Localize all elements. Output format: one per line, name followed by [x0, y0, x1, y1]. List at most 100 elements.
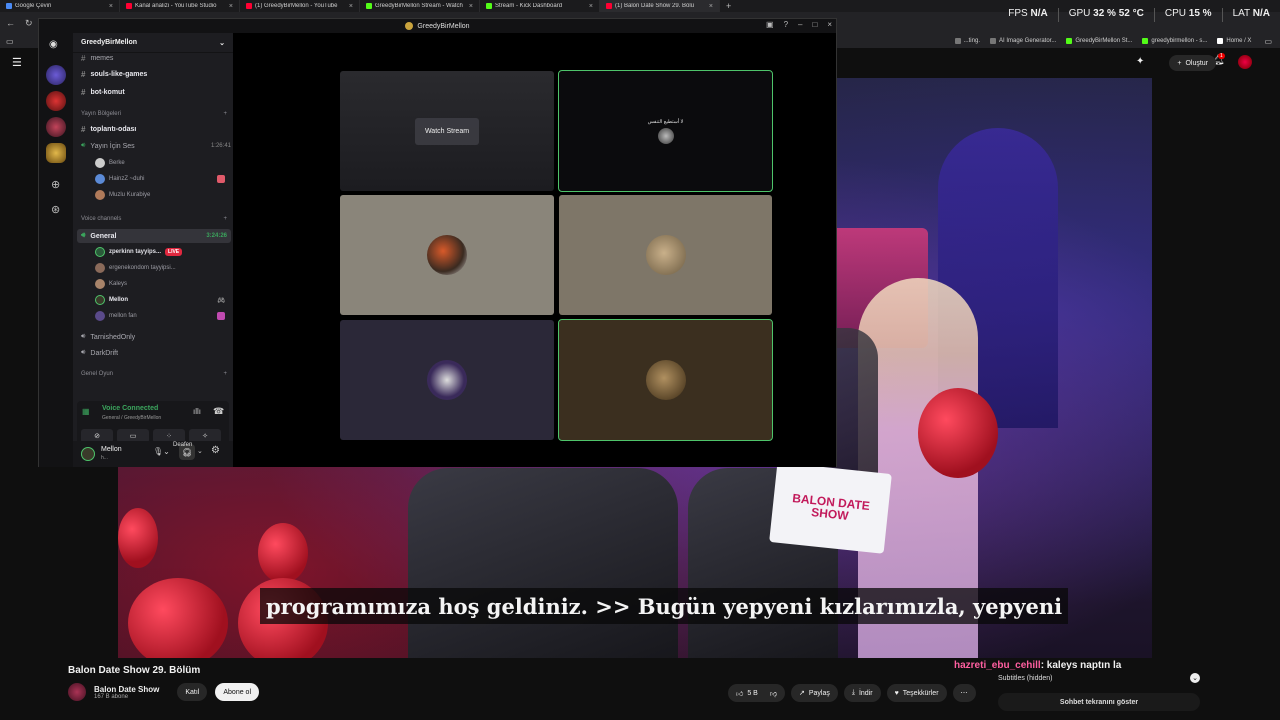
stream-tile[interactable]: Watch Stream: [340, 71, 554, 191]
account-avatar[interactable]: [1238, 55, 1252, 69]
channel-timer: 1:26:41: [210, 143, 231, 149]
disconnect-icon[interactable]: ☎: [213, 406, 224, 417]
watch-stream-button[interactable]: Watch Stream: [414, 117, 480, 145]
participant-avatar: [427, 360, 467, 400]
video-title: Balon Date Show 29. Bölüm: [68, 665, 201, 676]
text-channel[interactable]: # souls-like-games: [81, 70, 231, 79]
voice-channel[interactable]: 🔊︎ DarkDrift: [81, 349, 231, 357]
back-icon[interactable]: ←: [6, 18, 15, 28]
voice-user[interactable]: ergenekondom tayyipsi...: [95, 263, 225, 273]
more-actions-button[interactable]: ⋯: [952, 684, 976, 702]
voice-user[interactable]: Muzlu Kurabiye: [95, 190, 225, 200]
server-icon[interactable]: [46, 65, 66, 85]
inbox-icon[interactable]: ▣: [766, 20, 774, 29]
browser-tab[interactable]: Stream - Kick Dashboard ×: [480, 0, 600, 12]
discord-home-icon[interactable]: ◉: [49, 39, 58, 50]
balloon: [118, 508, 158, 568]
category-yayin[interactable]: Yayın Bölgeleri +: [81, 111, 227, 117]
share-button[interactable]: ↗ Paylaş: [790, 684, 838, 702]
tab-title: GreedyBirMellon Stream - Watch: [375, 3, 463, 9]
voice-channel[interactable]: 🔊︎ Yayın İçin Ses 1:26:41: [81, 142, 231, 150]
bookmark-favicon: [954, 38, 961, 44]
voice-user[interactable]: Kaleys: [95, 279, 225, 289]
subtitles-label: Subtitles (hidden): [998, 674, 1053, 682]
settings-gear-icon[interactable]: ⚙︎: [211, 445, 220, 456]
browser-tab-active[interactable]: (1) Balon Date Show 29. Bölü ×: [600, 0, 720, 12]
category-oyun[interactable]: Genel Oyun +: [81, 371, 227, 377]
close-icon[interactable]: ×: [709, 3, 713, 10]
join-button[interactable]: Katıl: [177, 683, 208, 701]
minimize-icon[interactable]: –: [798, 20, 802, 29]
user-avatar[interactable]: [81, 447, 95, 461]
add-server-icon[interactable]: ⊕: [51, 178, 60, 191]
close-icon[interactable]: ×: [469, 3, 473, 10]
voice-user[interactable]: mellon fan: [95, 311, 225, 321]
bookmark-favicon: [1066, 38, 1073, 44]
bookmark[interactable]: AI Image Generator...: [985, 38, 1061, 44]
bookmarks-icon[interactable]: ▭: [0, 37, 20, 46]
server-icon[interactable]: [46, 91, 66, 111]
voice-user[interactable]: zperkinn tayyips... LIVE: [95, 247, 225, 257]
close-icon[interactable]: ×: [827, 20, 832, 29]
voice-channel-active[interactable]: 🔊︎ General 3:24:26: [77, 229, 231, 243]
notification-count: 1: [1218, 53, 1225, 59]
server-icon-active[interactable]: [46, 143, 66, 163]
channel-avatar[interactable]: [68, 683, 86, 701]
participant-tile[interactable]: [558, 319, 773, 441]
participant-tile[interactable]: لا أستطيع التنفس: [558, 70, 773, 192]
new-tab-icon[interactable]: +: [720, 1, 737, 11]
server-icon[interactable]: [46, 117, 66, 137]
browser-tab[interactable]: Google Çeviri ×: [0, 0, 120, 12]
dislike-icon[interactable]: 👎︎: [770, 689, 777, 698]
close-icon[interactable]: ×: [109, 3, 113, 10]
bookmark-favicon: [1142, 38, 1149, 44]
channel-name[interactable]: Balon Date Show: [94, 685, 159, 694]
voice-user[interactable]: Mellon 🎮︎: [95, 295, 225, 305]
voice-connected-location[interactable]: General / GreedyBirMellon: [102, 415, 161, 421]
like-button[interactable]: 👍︎ 5 B 👎︎: [728, 684, 785, 702]
participant-tile[interactable]: [340, 320, 554, 440]
create-button[interactable]: + Oluştur: [1169, 55, 1216, 71]
download-button[interactable]: ⤓ İndir: [843, 684, 881, 702]
bookmark[interactable]: Home / X: [1212, 38, 1256, 44]
bookmark[interactable]: ...ting.: [950, 38, 985, 44]
discover-icon[interactable]: ⊛: [51, 203, 60, 216]
browser-tab[interactable]: (1) GreedyBirMellon - YouTube ×: [240, 0, 360, 12]
chevron-down-icon[interactable]: ⌄: [197, 447, 203, 455]
subscribe-button[interactable]: Abone ol: [215, 683, 259, 701]
voice-user[interactable]: HainzZ ~duhi: [95, 174, 225, 184]
close-icon[interactable]: ×: [589, 3, 593, 10]
server-header[interactable]: GreedyBirMellon ⌄: [73, 33, 233, 53]
show-chat-button[interactable]: Sohbet tekranını göster: [998, 693, 1200, 711]
reload-icon[interactable]: ↻: [25, 18, 33, 29]
participant-avatar: [645, 360, 686, 400]
channel-info: Balon Date Show 167 B abone: [94, 685, 159, 700]
text-channel[interactable]: # toplantı-odası: [81, 125, 231, 134]
maximize-icon[interactable]: □: [812, 20, 817, 29]
text-channel[interactable]: # bot-komut: [81, 88, 231, 97]
browser-tab[interactable]: GreedyBirMellon Stream - Watch ×: [360, 0, 480, 12]
chevron-down-icon[interactable]: ⌄: [1190, 673, 1200, 683]
noise-suppression-icon[interactable]: ıllı: [193, 407, 201, 416]
voice-user[interactable]: Berke: [95, 158, 225, 168]
bookmark[interactable]: GreedyBirMellon St...: [1061, 38, 1137, 44]
participant-tile[interactable]: [559, 195, 772, 315]
chat-text: : kaleys naptın la: [1040, 660, 1122, 671]
close-icon[interactable]: ×: [229, 3, 233, 10]
bookmark[interactable]: greedybirmellon - s...: [1137, 38, 1212, 44]
thanks-button[interactable]: ♥ Teşekkürler: [886, 684, 947, 702]
browser-tab[interactable]: Kanal analizi - YouTube Studio ×: [120, 0, 240, 12]
cast-icon[interactable]: ✦: [1136, 56, 1144, 67]
fps-readout: FPS N/A: [1008, 8, 1048, 19]
help-icon[interactable]: ?: [784, 20, 788, 29]
participant-tile[interactable]: [340, 195, 554, 315]
voice-channel[interactable]: 🔊︎ TarnishedOnly: [81, 333, 231, 341]
more-bookmarks-icon[interactable]: ▭: [1256, 37, 1280, 46]
tab-favicon: [126, 3, 132, 9]
hamburger-menu-icon[interactable]: ☰: [12, 56, 22, 69]
download-icon: ⤓: [851, 689, 855, 696]
text-channel[interactable]: # memes: [81, 54, 231, 63]
microphone-icon[interactable]: 🎙︎⌄: [153, 447, 170, 456]
category-voice[interactable]: Voice channels +: [81, 216, 227, 222]
close-icon[interactable]: ×: [349, 3, 353, 10]
